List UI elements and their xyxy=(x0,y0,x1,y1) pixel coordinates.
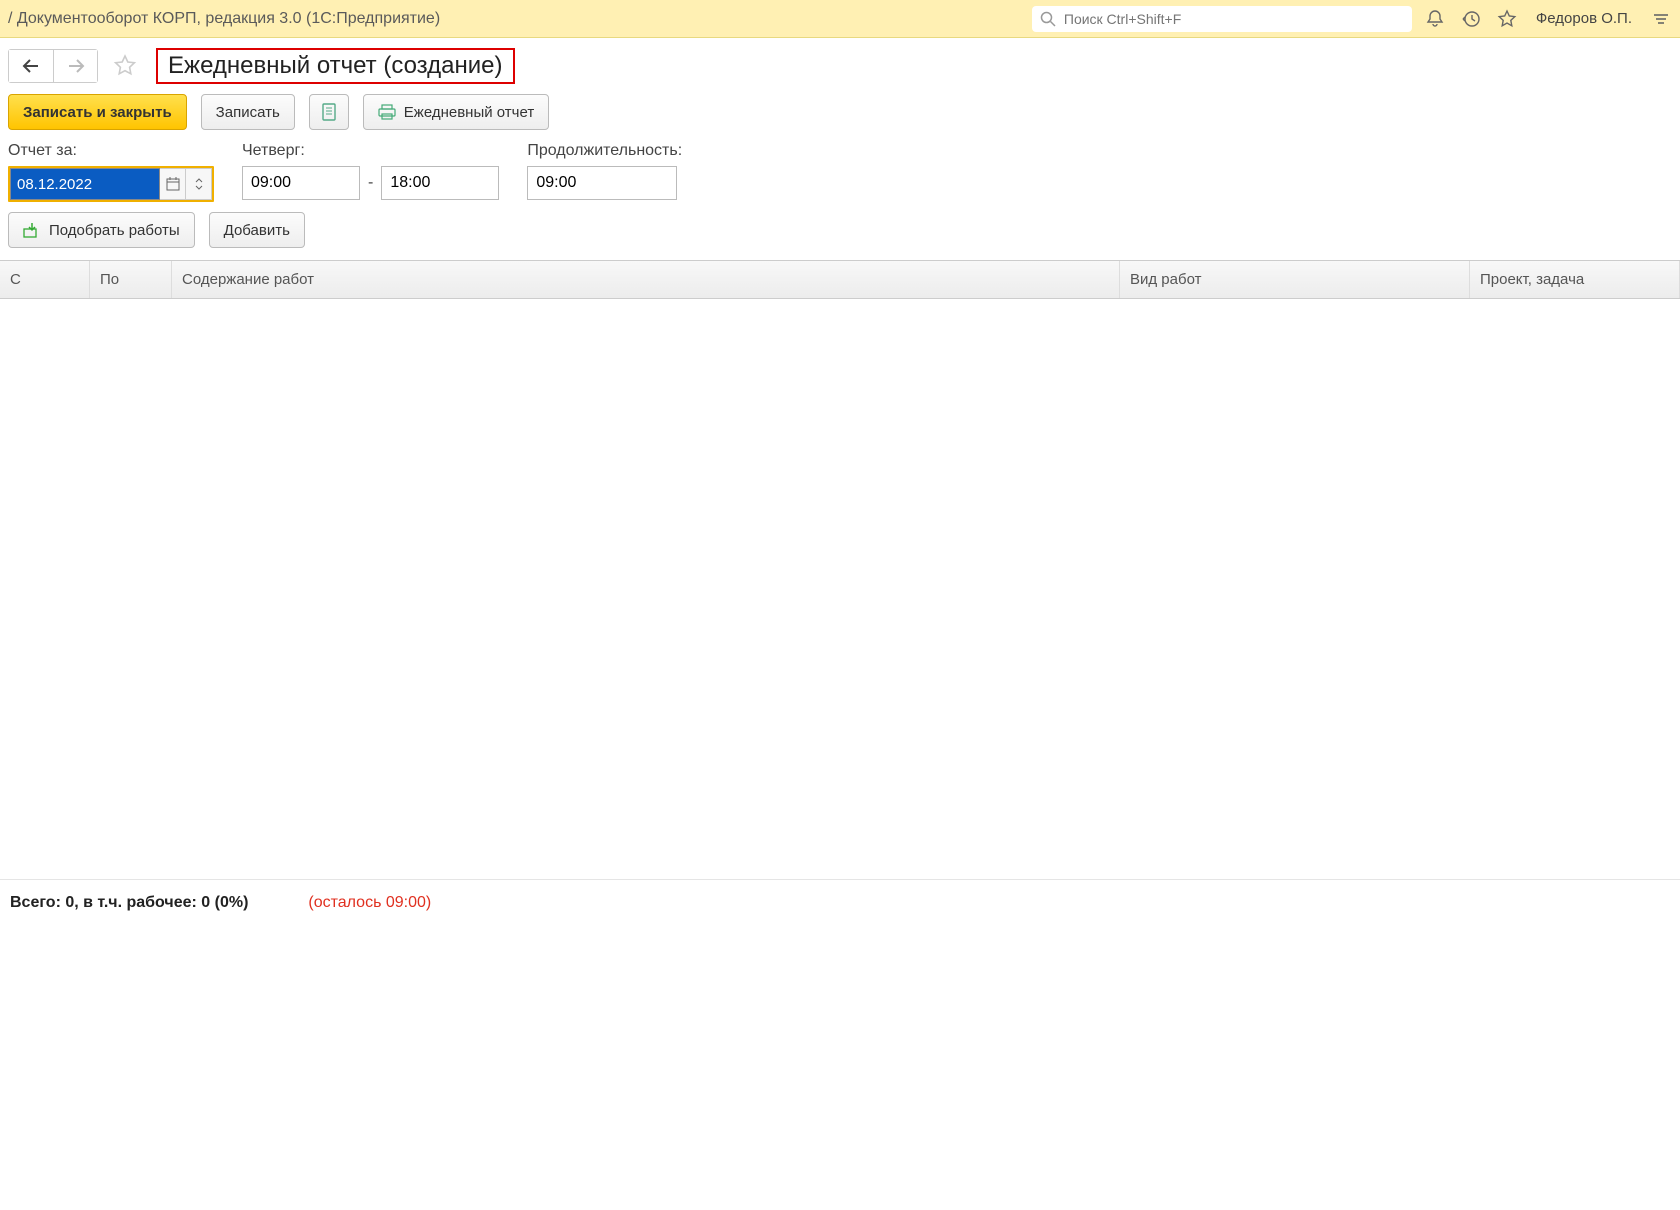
search-icon xyxy=(1040,11,1056,27)
username[interactable]: Федоров О.П. xyxy=(1536,10,1632,27)
add-button[interactable]: Добавить xyxy=(209,212,305,248)
history-icon[interactable] xyxy=(1460,8,1482,30)
nav-buttons xyxy=(8,49,98,83)
toolbar2: Подобрать работы Добавить xyxy=(0,212,1680,260)
save-button[interactable]: Записать xyxy=(201,94,295,130)
date-group: Отчет за: xyxy=(8,142,214,202)
calendar-button[interactable] xyxy=(160,168,186,200)
col-to[interactable]: По xyxy=(90,261,172,298)
back-button[interactable] xyxy=(9,50,53,82)
daily-report-button[interactable]: Ежедневный отчет xyxy=(363,94,549,130)
daily-report-label: Ежедневный отчет xyxy=(404,104,534,121)
grid-body[interactable] xyxy=(0,299,1680,879)
header-row: Ежедневный отчет (создание) xyxy=(0,38,1680,90)
top-icons: Федоров О.П. xyxy=(1424,8,1672,30)
duration-group: Продолжительность: xyxy=(527,142,682,202)
pick-works-label: Подобрать работы xyxy=(49,222,180,239)
list-button[interactable] xyxy=(309,94,349,130)
forward-button[interactable] xyxy=(53,50,97,82)
col-proj[interactable]: Проект, задача xyxy=(1470,261,1680,298)
date-input[interactable] xyxy=(10,168,160,200)
status-remaining: (осталось 09:00) xyxy=(308,894,431,912)
star-icon[interactable] xyxy=(1496,8,1518,30)
duration-label: Продолжительность: xyxy=(527,142,682,160)
search-box[interactable] xyxy=(1032,6,1412,32)
status-bar: Всего: 0, в т.ч. рабочее: 0 (0%) (остало… xyxy=(0,879,1680,926)
app-title: / Документооборот КОРП, редакция 3.0 (1С… xyxy=(8,10,440,28)
day-label: Четверг: xyxy=(242,142,499,160)
date-label: Отчет за: xyxy=(8,142,214,160)
import-icon xyxy=(23,222,41,238)
grid-header: С По Содержание работ Вид работ Проект, … xyxy=(0,261,1680,299)
date-field-wrap xyxy=(8,166,214,202)
day-group: Четверг: - xyxy=(242,142,499,202)
search-input[interactable] xyxy=(1062,10,1404,28)
works-grid: С По Содержание работ Вид работ Проект, … xyxy=(0,260,1680,879)
bell-icon[interactable] xyxy=(1424,8,1446,30)
pick-works-button[interactable]: Подобрать работы xyxy=(8,212,195,248)
col-from[interactable]: С xyxy=(0,261,90,298)
save-close-button[interactable]: Записать и закрыть xyxy=(8,94,187,130)
col-content[interactable]: Содержание работ xyxy=(172,261,1120,298)
print-icon xyxy=(378,104,396,120)
duration-input[interactable] xyxy=(527,166,677,200)
page-title: Ежедневный отчет (создание) xyxy=(156,48,515,84)
col-type[interactable]: Вид работ xyxy=(1120,261,1470,298)
time-separator: - xyxy=(368,174,373,192)
status-total: Всего: 0, в т.ч. рабочее: 0 (0%) xyxy=(10,894,248,912)
time-from-input[interactable] xyxy=(242,166,360,200)
time-to-input[interactable] xyxy=(381,166,499,200)
fields: Отчет за: Четверг: - Продолжительность: xyxy=(0,142,1680,212)
menu-icon[interactable] xyxy=(1650,8,1672,30)
topbar: / Документооборот КОРП, редакция 3.0 (1С… xyxy=(0,0,1680,38)
toolbar: Записать и закрыть Записать Ежедневный о… xyxy=(0,90,1680,142)
spinner-button[interactable] xyxy=(186,168,212,200)
fav-button[interactable] xyxy=(110,51,140,81)
